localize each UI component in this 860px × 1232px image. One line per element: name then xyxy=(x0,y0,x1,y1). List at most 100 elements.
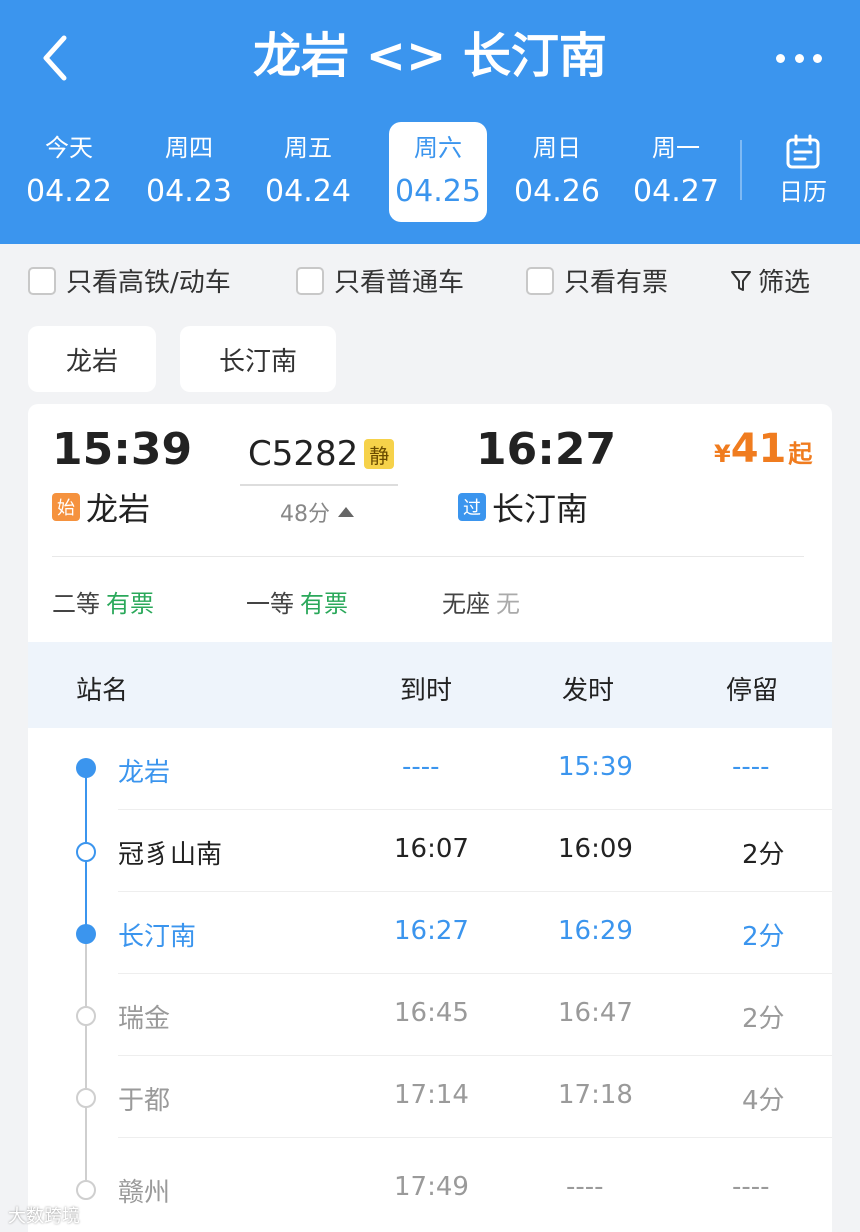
filter-bar: 只看高铁/动车 只看普通车 只看有票 筛选 xyxy=(0,244,860,314)
filter-available-only[interactable]: 只看有票 xyxy=(526,262,668,299)
more-icon[interactable] xyxy=(776,48,822,68)
stop-station: 于都 xyxy=(118,1086,171,1116)
stop-station: 瑞金 xyxy=(118,1004,171,1034)
stop-row[interactable]: 赣州 17:49 ---- ---- xyxy=(28,1138,832,1220)
date-weekday: 今天 xyxy=(45,134,93,162)
seat-class: 二等 xyxy=(52,590,100,618)
train-card[interactable]: 15:39 始 龙岩 C5282 静 48分 16:27 过 长汀南 ¥ 41 … xyxy=(28,404,832,642)
header-station: 站名 xyxy=(76,676,129,706)
date-weekday: 周日 xyxy=(533,134,581,162)
arrive-station: 过 长汀南 xyxy=(458,484,588,530)
filter-label: 只看高铁/动车 xyxy=(66,268,231,298)
stop-stay: 4分 xyxy=(742,1086,785,1116)
stop-arrive: 16:27 xyxy=(394,916,469,946)
stop-stay: 2分 xyxy=(742,922,785,952)
stop-row[interactable]: 冠豸山南 16:07 16:09 2分 xyxy=(28,810,832,892)
stop-depart: 16:29 xyxy=(558,916,633,946)
stop-stay: 2分 xyxy=(742,840,785,870)
stop-stay: ---- xyxy=(732,752,770,782)
seat-standing: 无座无 xyxy=(442,584,520,619)
stops-table: 龙岩 ---- 15:39 ---- 冠豸山南 16:07 16:09 2分 长… xyxy=(28,728,832,1232)
stop-stay: ---- xyxy=(732,1172,770,1202)
stop-dot-hollow xyxy=(76,1006,96,1026)
seat-class: 无座 xyxy=(442,590,490,618)
filter-high-speed[interactable]: 只看高铁/动车 xyxy=(28,262,231,299)
stop-station: 长汀南 xyxy=(118,922,197,952)
seat-class: 一等 xyxy=(246,590,294,618)
checkbox[interactable] xyxy=(28,266,56,295)
watermark: 大数跨境 xyxy=(8,1206,80,1227)
route-title: 龙岩 <> 长汀南 xyxy=(253,28,607,84)
stop-dot-hollow xyxy=(76,842,96,862)
stop-row[interactable]: 长汀南 16:27 16:29 2分 xyxy=(28,892,832,974)
date-tab-0426[interactable]: 周日 04.26 xyxy=(508,122,606,222)
filter-button[interactable]: 筛选 xyxy=(730,262,810,299)
seat-status: 无 xyxy=(496,590,520,618)
train-number-text: C5282 xyxy=(248,434,359,474)
arrive-station-name: 长汀南 xyxy=(492,490,589,528)
stop-dot-filled xyxy=(76,758,96,778)
from-station-chip[interactable]: 龙岩 xyxy=(28,326,156,392)
card-divider xyxy=(52,556,804,557)
seat-second-class: 二等 有票 xyxy=(52,584,154,619)
date-value: 04.27 xyxy=(633,174,719,209)
filter-button-label: 筛选 xyxy=(758,268,811,298)
stop-station: 冠豸山南 xyxy=(118,840,223,870)
arrive-time: 16:27 xyxy=(476,424,617,475)
header-bar: 龙岩 <> 长汀南 今天 04.22 周四 04.23 周五 04.24 周六 … xyxy=(0,0,860,244)
date-value: 04.25 xyxy=(395,174,481,209)
date-tab-0422[interactable]: 今天 04.22 xyxy=(20,122,118,222)
date-value: 04.23 xyxy=(146,174,232,209)
train-number: C5282 静 xyxy=(248,434,395,474)
stop-depart: 16:47 xyxy=(558,998,633,1028)
date-weekday: 周五 xyxy=(284,134,332,162)
checkbox[interactable] xyxy=(526,266,554,295)
date-tab-0427[interactable]: 周一 04.27 xyxy=(627,122,725,222)
stop-station: 赣州 xyxy=(118,1178,171,1208)
filter-label: 只看有票 xyxy=(564,268,669,298)
date-tab-0425-selected[interactable]: 周六 04.25 xyxy=(389,122,487,222)
stop-dot-hollow xyxy=(76,1088,96,1108)
stop-depart: 15:39 xyxy=(558,752,633,782)
date-weekday: 周一 xyxy=(652,134,700,162)
to-station-chip[interactable]: 长汀南 xyxy=(180,326,336,392)
date-weekday: 周四 xyxy=(165,134,213,162)
date-tab-0424[interactable]: 周五 04.24 xyxy=(259,122,357,222)
price-value: 41 xyxy=(730,426,787,472)
quiet-carriage-badge: 静 xyxy=(364,439,395,469)
duration-toggle[interactable]: 48分 xyxy=(280,496,354,528)
price-symbol: ¥ xyxy=(714,440,731,468)
stop-arrive: 17:49 xyxy=(394,1172,469,1202)
stop-arrive: ---- xyxy=(402,752,440,782)
stop-row[interactable]: 于都 17:14 17:18 4分 xyxy=(28,1056,832,1138)
stop-dot-hollow xyxy=(76,1180,96,1200)
stop-arrive: 16:45 xyxy=(394,998,469,1028)
origin-tag: 始 xyxy=(52,493,80,521)
depart-station-name: 龙岩 xyxy=(86,490,151,528)
checkbox[interactable] xyxy=(296,266,324,295)
stop-row[interactable]: 龙岩 ---- 15:39 ---- xyxy=(28,728,832,810)
stop-arrive: 17:14 xyxy=(394,1080,469,1110)
triangle-up-icon xyxy=(338,507,354,517)
stop-depart: ---- xyxy=(566,1172,604,1202)
depart-time: 15:39 xyxy=(52,424,193,475)
calendar-button[interactable]: 日历 xyxy=(768,130,838,210)
stop-depart: 16:09 xyxy=(558,834,633,864)
seat-first-class: 一等 有票 xyxy=(246,584,348,619)
stop-stay: 2分 xyxy=(742,1004,785,1034)
depart-station: 始 龙岩 xyxy=(52,484,150,530)
stop-row[interactable]: 瑞金 16:45 16:47 2分 xyxy=(28,974,832,1056)
stop-station: 龙岩 xyxy=(118,758,171,788)
date-weekday: 周六 xyxy=(414,134,462,162)
filter-label: 只看普通车 xyxy=(334,268,465,298)
header-depart: 发时 xyxy=(562,676,615,706)
filter-normal-train[interactable]: 只看普通车 xyxy=(296,262,464,299)
stop-depart: 17:18 xyxy=(558,1080,633,1110)
header-arrive: 到时 xyxy=(400,676,453,706)
duration-text: 48分 xyxy=(280,502,330,527)
date-divider xyxy=(740,140,742,200)
date-value: 04.26 xyxy=(514,174,600,209)
date-value: 04.24 xyxy=(265,174,351,209)
date-tab-0423[interactable]: 周四 04.23 xyxy=(140,122,238,222)
seat-status: 有票 xyxy=(300,590,348,618)
